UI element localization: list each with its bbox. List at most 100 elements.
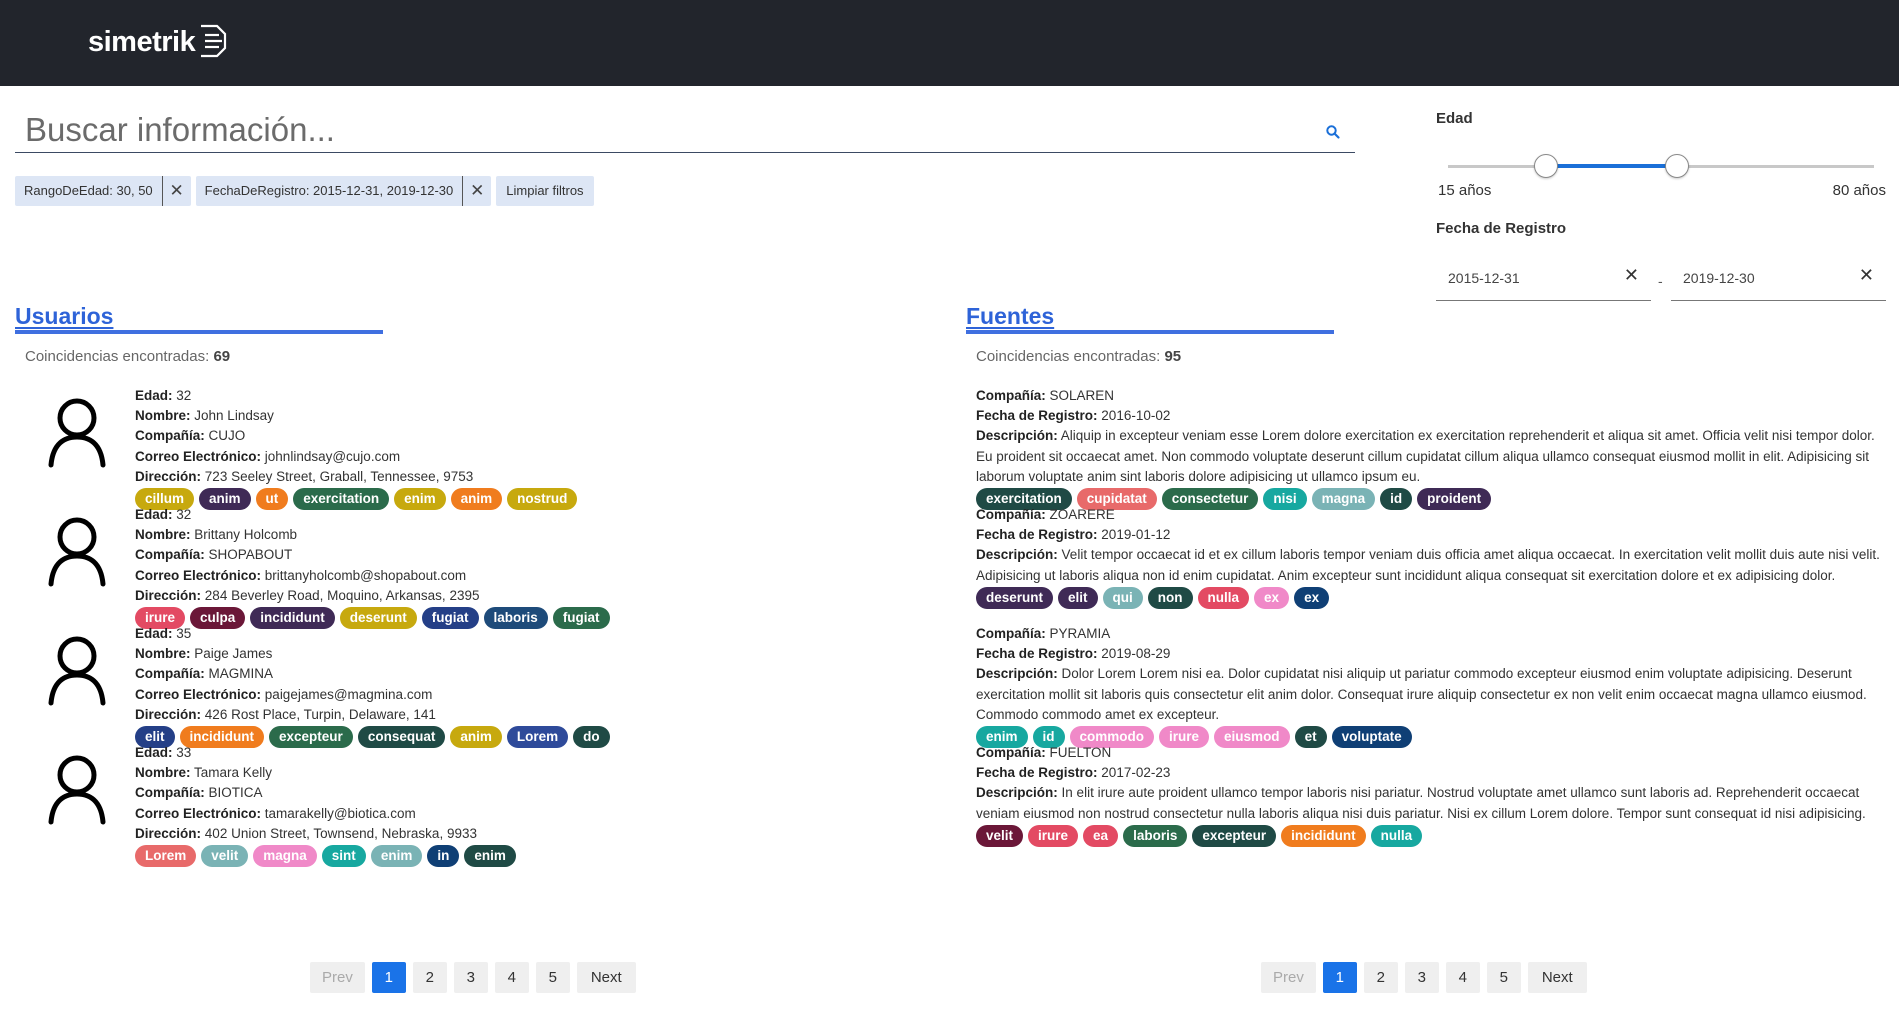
tag-pill[interactable]: qui [1102, 586, 1143, 609]
age-range-slider[interactable] [1448, 154, 1874, 178]
field-label: Fecha de Registro: [976, 646, 1098, 662]
source-company: Compañía: FUELTON [976, 743, 1881, 763]
page-3-button[interactable]: 3 [1404, 962, 1439, 993]
page-5-button[interactable]: 5 [1486, 962, 1521, 993]
clear-date-from-close-icon[interactable]: ✕ [1624, 265, 1639, 286]
source-company: Compañía: PYRAMIA [976, 624, 1881, 644]
page-5-button[interactable]: 5 [535, 962, 570, 993]
source-card: Compañía: FUELTON Fecha de Registro: 2017… [976, 743, 1876, 847]
user-name: Nombre: Tamara Kelly [135, 763, 516, 783]
tag-pill[interactable]: Lorem [506, 726, 569, 749]
date-to-field[interactable]: 2019-12-30 ✕ [1671, 253, 1886, 301]
field-label: Compañía: [976, 745, 1046, 760]
field-value: 2019-01-12 [1101, 527, 1171, 543]
remove-filter-close-icon[interactable]: ✕ [463, 176, 491, 206]
tag-pill[interactable]: magna [253, 845, 317, 868]
next-page-button[interactable]: Next [1527, 962, 1587, 993]
field-label: Dirección: [135, 825, 202, 841]
remove-filter-close-icon[interactable]: ✕ [163, 176, 191, 206]
clear-date-to-close-icon[interactable]: ✕ [1859, 265, 1874, 286]
tag-pill[interactable]: laboris [1123, 824, 1188, 847]
logo-mark-icon [201, 24, 227, 57]
field-label: Edad: [135, 745, 173, 760]
simetrik-logo[interactable]: simetrik [88, 24, 227, 59]
tag-pill[interactable]: nulla [1197, 586, 1250, 609]
tag-pill[interactable]: irure [1028, 824, 1079, 847]
field-value: 2019-08-29 [1101, 646, 1171, 662]
field-label: Nombre: [135, 646, 191, 662]
user-info: Edad: 33 Nombre: Tamara Kelly Compañía: BI… [135, 743, 516, 868]
field-value: paigejames@magmina.com [264, 686, 433, 702]
page-3-button[interactable]: 3 [453, 962, 488, 993]
tag-pill[interactable]: excepteur [1192, 824, 1277, 847]
field-label: Descripción: [976, 547, 1058, 563]
field-label: Fecha de Registro: [976, 527, 1098, 543]
user-name: Nombre: Brittany Holcomb [135, 525, 610, 545]
field-label: Correo Electrónico: [135, 686, 262, 702]
tag-pill[interactable]: velit [976, 824, 1024, 847]
date-from-field[interactable]: 2015-12-31 ✕ [1436, 253, 1651, 301]
user-avatar-icon [48, 517, 106, 587]
tag-pill[interactable]: in [427, 845, 460, 868]
field-value: 402 Union Street, Townsend, Nebraska, 99… [204, 825, 477, 841]
page-4-button[interactable]: 4 [1445, 962, 1480, 993]
user-avatar-icon [48, 755, 106, 825]
page-1-button[interactable]: 1 [1322, 962, 1357, 993]
source-info: Compañía: ZOARERE Fecha de Registro: 2019… [976, 505, 1881, 609]
clear-filters-button[interactable]: Limpiar filtros [496, 176, 594, 206]
tag-pill[interactable]: non [1147, 586, 1193, 609]
page-2-button[interactable]: 2 [412, 962, 447, 993]
page-1-button[interactable]: 1 [371, 962, 406, 993]
field-label: Nombre: [135, 765, 191, 781]
tag-pill[interactable]: do [573, 726, 610, 749]
field-label: Correo Electrónico: [135, 567, 262, 583]
user-address: Dirección: 723 Seeley Street, Graball, T… [135, 467, 577, 487]
field-value: SOLAREN [1049, 388, 1115, 403]
tag-pill[interactable]: incididunt [1281, 824, 1366, 847]
clear-filters-label: Limpiar filtros [506, 183, 584, 198]
search-icon[interactable] [1325, 124, 1341, 140]
age-max-thumb[interactable] [1665, 154, 1690, 178]
page-4-button[interactable]: 4 [494, 962, 529, 993]
tag-pill[interactable]: Lorem [135, 845, 197, 868]
field-label: Nombre: [135, 527, 191, 543]
tag-pill[interactable]: enim [464, 845, 516, 868]
tag-pill[interactable]: ex [1294, 586, 1330, 609]
page-2-button[interactable]: 2 [1363, 962, 1398, 993]
field-value: CUJO [208, 428, 246, 444]
filter-chip-registration-date: FechaDeRegistro: 2015-12-31, 2019-12-30 … [195, 176, 492, 206]
users-pagination: Prev 1 2 3 4 5 Next [310, 962, 636, 993]
search-input[interactable] [25, 112, 1285, 148]
active-filter-chips: RangoDeEdad: 30, 50 ✕ FechaDeRegistro: 2… [15, 176, 594, 206]
users-section-title: Usuarios [15, 303, 114, 329]
field-label: Compañía: [976, 507, 1046, 522]
tag-pill[interactable]: nulla [1370, 824, 1423, 847]
field-value: johnlindsay@cujo.com [264, 448, 401, 464]
user-company: Compañía: SHOPABOUT [135, 545, 610, 565]
tag-pill[interactable]: deserunt [976, 586, 1054, 609]
next-page-button[interactable]: Next [576, 962, 636, 993]
age-max-label: 80 años [1832, 182, 1886, 199]
tag-pill[interactable]: ex [1254, 586, 1290, 609]
field-label: Correo Electrónico: [135, 448, 262, 464]
tag-pill[interactable]: ea [1083, 824, 1119, 847]
age-min-thumb[interactable] [1534, 154, 1559, 178]
match-count-value: 69 [213, 348, 231, 365]
field-value: tamarakelly@biotica.com [264, 805, 416, 821]
tag-pill[interactable]: sint [321, 845, 366, 868]
user-address: Dirección: 402 Union Street, Townsend, N… [135, 824, 516, 844]
tag-pill[interactable]: velit [201, 845, 249, 868]
match-count-label: Coincidencias encontradas: [25, 348, 210, 365]
field-label: Compañía: [135, 547, 205, 563]
section-underline [966, 330, 1334, 334]
prev-page-button[interactable]: Prev [310, 962, 365, 993]
field-value: 284 Beverley Road, Moquino, Arkansas, 23… [204, 587, 480, 603]
tag-list: deserunt elit qui non nulla ex ex [976, 586, 1881, 609]
prev-page-button[interactable]: Prev [1261, 962, 1316, 993]
field-label: Edad: [135, 507, 173, 522]
field-label: Dirección: [135, 706, 202, 722]
tag-pill[interactable]: elit [1058, 586, 1098, 609]
tag-pill[interactable]: enim [370, 845, 423, 868]
source-description: Descripción: Aliquip in excepteur veniam… [976, 426, 1881, 487]
users-section: Usuarios Coincidencias encontradas: 69 E… [15, 303, 610, 868]
